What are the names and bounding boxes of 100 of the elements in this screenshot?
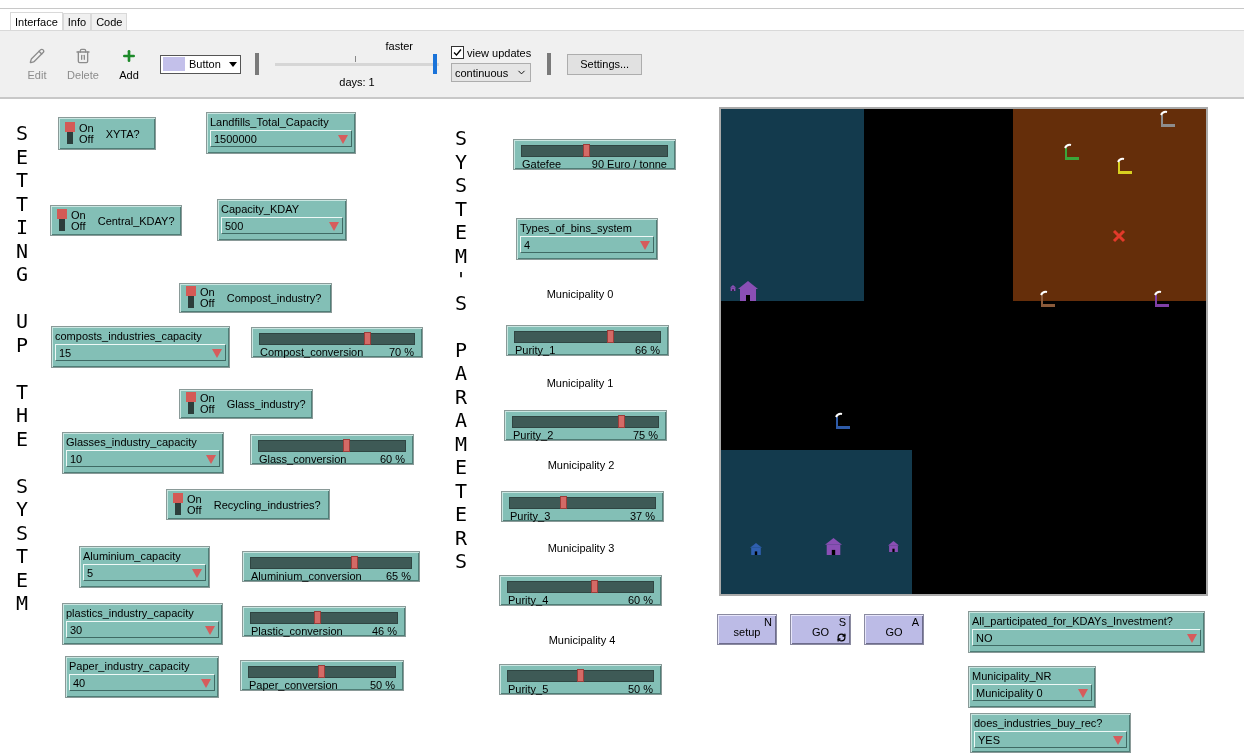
chooser-label: Aluminium_capacity [82,549,182,562]
pencil-icon [29,47,45,64]
slider-reading: 50 % [627,683,653,695]
chooser-field[interactable]: YES [974,731,1127,748]
chooser-field[interactable]: 5 [83,564,206,581]
switch[interactable]: On Off Central_KDAY? [50,205,182,236]
tab[interactable]: Interface [10,12,63,30]
chooser-field[interactable]: NO [972,629,1201,646]
slider-thumb[interactable] [342,439,350,452]
chooser-field[interactable]: 1500000 [210,130,352,147]
note-text: Municipality 3 [546,542,616,554]
slider-track[interactable] [507,670,654,682]
settings-button[interactable]: Settings... [567,53,643,75]
switch[interactable]: On Off Recycling_industries? [166,489,330,520]
chooser-field[interactable]: 40 [69,674,215,691]
tab[interactable]: Code [91,13,128,30]
slider-track[interactable] [521,145,668,157]
forever-icon [837,633,846,642]
vertical-heading: SYSTEM'S PARAMETERS [455,127,468,574]
off-text: Off [187,504,202,516]
tick-counter: days: 1 [339,76,375,88]
switch[interactable]: On Off XYTA? [58,117,156,150]
slider-label: Glass_conversion [259,453,347,465]
slider-label: Gatefee [522,158,562,170]
checkmark-icon [453,48,462,57]
dropdown-triangle-icon [1187,632,1197,643]
slider-thumb[interactable] [363,332,371,345]
slider-track[interactable] [259,333,415,345]
slider-thumb[interactable] [583,144,591,157]
dropdown-triangle-icon [192,567,202,578]
slider-thumb[interactable] [617,415,625,428]
view-updates-checkbox[interactable]: view updates [451,46,532,59]
chooser-label: plastics_industry_capacity [65,606,195,619]
slider-reading: 75 % [632,429,658,441]
model-button[interactable]: S GO [790,614,851,645]
shortcut-key: S [838,616,846,628]
slider-track[interactable] [250,612,398,624]
slider-label: Compost_conversion [260,346,364,358]
chooser-label: Landfills_Total_Capacity [209,115,330,128]
slider-track[interactable] [258,440,406,452]
dropdown-triangle-icon [338,133,348,144]
chooser-field[interactable]: 4 [520,236,654,253]
shortcut-key: N [764,616,772,628]
slider-thumb[interactable] [318,665,325,678]
slider-label: Plastic_conversion [251,625,343,637]
model-button[interactable]: N setup [717,614,777,645]
chooser-label: does_industries_buy_rec? [973,716,1104,729]
slider-reading: 46 % [371,625,397,637]
update-mode-dropdown[interactable]: continuous [451,63,532,82]
dropdown-triangle-icon [205,624,215,635]
chooser-field[interactable]: 10 [66,450,220,467]
dropdown-triangle-icon [640,239,650,250]
slider-thumb[interactable] [591,580,598,593]
slider-thumb[interactable] [559,496,567,509]
dropdown-triangle-icon [1113,734,1123,745]
slider-reading: 65 % [385,570,411,582]
chooser-label: Types_of_bins_system [519,221,633,234]
slider-thumb[interactable] [576,669,584,682]
slider-label: Purity_2 [513,429,554,441]
chooser-field[interactable]: 500 [221,217,343,234]
slider-track[interactable] [248,666,396,678]
slider-label: Purity_5 [508,683,549,695]
tab[interactable]: Info [62,13,92,30]
on-text: On [79,122,94,134]
slider-track[interactable] [509,497,656,509]
widget-type-icon [163,57,185,71]
slider-label: Purity_1 [515,344,556,356]
caret-icon [228,59,238,69]
chooser-field[interactable]: 15 [55,344,226,361]
switch[interactable]: On Off Glass_industry? [179,389,313,419]
model-button[interactable]: A GO [864,614,924,645]
slider-reading: 37 % [629,510,655,522]
slider-label: Aluminium_conversion [251,570,362,582]
chooser-field[interactable]: 30 [66,621,219,638]
slider-track[interactable] [507,581,654,593]
switch-label: XYTA? [105,127,140,140]
chooser-label: Capacity_KDAY [220,202,301,215]
chooser-label: All_participated_for_KDAYs_Investment? [971,614,1174,627]
slider-track[interactable] [512,416,659,428]
note-text: Municipality 2 [546,459,616,471]
widget-type-dropdown[interactable]: Button [160,54,241,74]
on-text: On [187,493,202,505]
chooser-field[interactable]: Municipality 0 [972,684,1092,701]
toolbar-button[interactable]: Add [106,47,152,81]
speed-label: faster [385,40,413,52]
slider-thumb[interactable] [606,330,614,343]
note-text: Municipality 1 [545,377,615,389]
speed-thumb[interactable] [433,54,438,74]
dropdown-triangle-icon [212,347,222,358]
slider-track[interactable] [250,557,412,569]
chooser-label: Municipality_NR [971,669,1053,682]
dropdown-triangle-icon [329,220,339,231]
slider-track[interactable] [514,331,661,343]
on-text: On [71,209,86,221]
off-text: Off [200,404,215,415]
switch-label: Central_KDAY? [97,214,175,227]
slider-thumb[interactable] [314,611,322,624]
vertical-heading: SETTING UP THE SYSTEM [16,122,29,616]
slider-thumb[interactable] [351,556,358,569]
switch[interactable]: On Off Compost_industry? [179,283,332,313]
